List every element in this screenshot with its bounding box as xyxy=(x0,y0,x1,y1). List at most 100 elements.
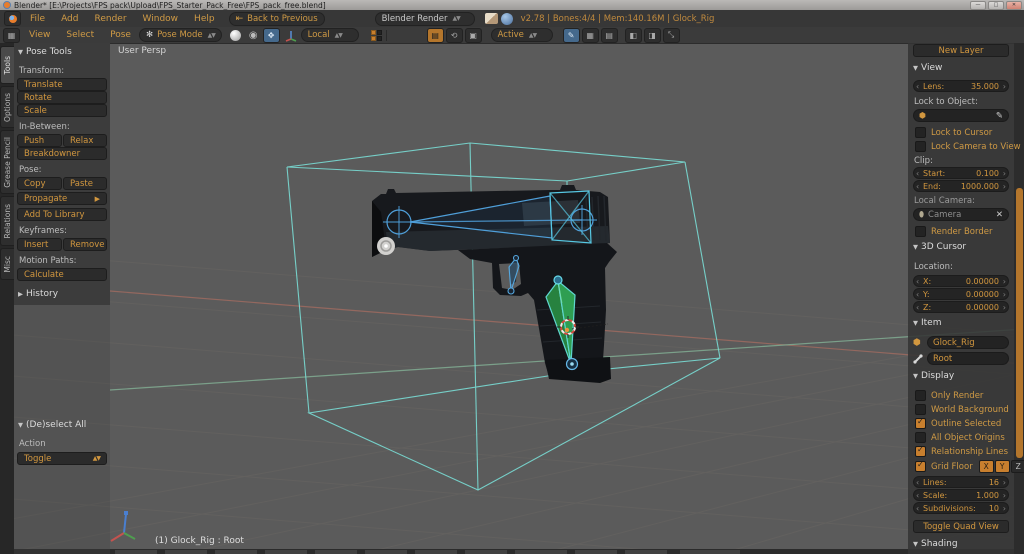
outline-selected-checkbox[interactable]: Outline Selected xyxy=(915,417,1001,429)
grid-scale-field[interactable]: ‹ Scale: 1.000 › xyxy=(913,489,1009,501)
maximize-button[interactable]: □ xyxy=(988,0,1004,10)
grid-axis-y-toggle[interactable]: Y xyxy=(994,460,1010,473)
history-panel-header[interactable]: ▶ History xyxy=(18,289,58,299)
clip-end-field[interactable]: ‹ End: 1000.000 › xyxy=(913,180,1009,192)
rotate-button[interactable]: Rotate xyxy=(17,91,107,104)
redo-panel-header[interactable]: ▼ (De)select All xyxy=(18,420,86,430)
tab-options[interactable]: Options xyxy=(0,86,14,128)
all-object-origins-checkbox[interactable]: All Object Origins xyxy=(915,432,1005,443)
scale-button[interactable]: Scale xyxy=(17,104,107,117)
lock-camera-checkbox[interactable]: Lock Camera to View xyxy=(915,141,1021,152)
toggle-quad-view-button[interactable]: Toggle Quad View xyxy=(913,520,1009,533)
grid-lines-field[interactable]: ‹ Lines: 16 › xyxy=(913,476,1009,488)
timeline-strip xyxy=(0,549,1024,554)
copy-pose-button[interactable]: Copy xyxy=(17,177,62,190)
window-titlebar[interactable]: Blender* [E:\Projects\FPS pack\Upload\FP… xyxy=(0,0,1024,10)
calculate-button[interactable]: Calculate xyxy=(17,268,107,281)
copy-pose-icon[interactable]: ◧ xyxy=(624,27,642,43)
grid-axis-x-toggle[interactable]: X xyxy=(978,460,994,473)
menu-pose[interactable]: Pose xyxy=(110,30,131,40)
axis-tripod-icon[interactable] xyxy=(284,29,298,42)
lock-object-field[interactable]: ⬢ ✎ xyxy=(913,109,1009,122)
breakdowner-button[interactable]: Breakdowner xyxy=(17,147,107,160)
editor-type-3dview-icon[interactable]: ▦ xyxy=(3,27,20,43)
relax-button[interactable]: Relax xyxy=(63,134,107,147)
manipulator-translate-icon[interactable]: ✥ xyxy=(262,27,280,43)
cursor-y-field[interactable]: ‹ Y: 0.00000 › xyxy=(913,288,1009,300)
relationship-lines-checkbox[interactable]: Relationship Lines xyxy=(915,445,1008,457)
clip-start-field[interactable]: ‹ Start: 0.100 › xyxy=(913,167,1009,179)
eyedropper-icon[interactable]: ✎ xyxy=(996,111,1003,121)
rotate-manipulator-icon[interactable]: ⟲ xyxy=(445,27,463,43)
screen-layout-icon[interactable] xyxy=(484,13,498,24)
paste-flipped-pose-icon[interactable]: ⤡ xyxy=(662,27,680,43)
minimize-button[interactable]: — xyxy=(970,0,986,10)
keying-set-dropdown[interactable]: Active ▲▼ xyxy=(490,28,553,42)
tab-grease-pencil[interactable]: Grease Pencil xyxy=(0,130,14,194)
orientation-dropdown[interactable]: Local ▲▼ xyxy=(300,28,359,42)
push-button[interactable]: Push xyxy=(17,134,62,147)
cursor-z-field[interactable]: ‹ Z: 0.00000 › xyxy=(913,301,1009,313)
render-border-checkbox[interactable]: Render Border xyxy=(915,226,992,237)
propagate-button[interactable]: Propagate ▶ xyxy=(17,192,107,205)
stats-text: v2.78 | Bones:4/4 | Mem:140.16M | Glock_… xyxy=(520,13,715,24)
inbetween-label: In-Between: xyxy=(19,122,70,132)
grid-axis-z-toggle[interactable]: Z xyxy=(1010,460,1024,473)
snap-clipboard-icon[interactable]: ▤ xyxy=(426,27,444,43)
tab-tools[interactable]: Tools xyxy=(0,46,14,84)
paste-pose-button[interactable]: Paste xyxy=(63,177,107,190)
viewport-shading-icon[interactable] xyxy=(229,29,241,41)
viewport-view-label: User Persp xyxy=(118,46,167,56)
mode-dropdown[interactable]: ✻ Pose Mode ▲▼ xyxy=(138,28,222,42)
editor-type-info-icon[interactable] xyxy=(4,11,21,26)
object-name-field[interactable]: Glock_Rig xyxy=(927,336,1009,349)
item-panel-header[interactable]: ▼ Item xyxy=(913,318,942,328)
only-render-checkbox[interactable]: Only Render xyxy=(915,390,983,401)
grid-floor-checkbox[interactable]: Grid Floor X Y Z xyxy=(915,460,1024,473)
tab-misc[interactable]: Misc xyxy=(0,248,14,280)
cursor3d-panel-header[interactable]: ▼ 3D Cursor xyxy=(913,242,966,252)
menu-render[interactable]: Render xyxy=(95,14,127,24)
opengl-anim-icon[interactable]: ▤ xyxy=(600,27,618,43)
menu-add[interactable]: Add xyxy=(61,14,78,24)
tab-relations[interactable]: Relations xyxy=(0,196,14,246)
paste-pose-icon[interactable]: ◨ xyxy=(643,27,661,43)
scene-sphere-icon[interactable] xyxy=(500,12,513,25)
view-panel-header[interactable]: ▼ View xyxy=(913,63,942,73)
opengl-render-icon[interactable]: ▦ xyxy=(581,27,599,43)
menu-file[interactable]: File xyxy=(30,14,45,24)
insert-keyframe-button[interactable]: Insert xyxy=(17,238,62,251)
pivot-point-icon[interactable]: ◉ xyxy=(249,30,258,41)
menu-view[interactable]: View xyxy=(29,30,50,40)
remove-keyframe-button[interactable]: Remove xyxy=(63,238,107,251)
viewport-3d[interactable] xyxy=(0,0,1024,554)
close-button[interactable]: ✕ xyxy=(1006,0,1022,10)
action-dropdown[interactable]: Toggle ▲▼ xyxy=(17,452,107,465)
new-layer-button[interactable]: New Layer xyxy=(913,44,1009,57)
properties-scrollbar-thumb[interactable] xyxy=(1016,188,1023,458)
keyframes-label: Keyframes: xyxy=(19,226,67,236)
menu-help[interactable]: Help xyxy=(194,14,215,24)
lens-field[interactable]: ‹ Lens: 35.000 › xyxy=(913,80,1009,92)
bone-name-field[interactable]: Root xyxy=(927,352,1009,365)
translate-button[interactable]: Translate xyxy=(17,78,107,91)
brush-icon[interactable]: ✎ xyxy=(562,27,580,43)
menu-window[interactable]: Window xyxy=(143,14,179,24)
render-engine-dropdown[interactable]: Blender Render ▲▼ xyxy=(374,11,475,26)
local-camera-field[interactable]: ⬮ Camera ✕ xyxy=(913,208,1009,221)
menu-select[interactable]: Select xyxy=(66,30,94,40)
shading-panel-header[interactable]: ▼ Shading xyxy=(913,539,958,549)
pose-tools-panel-header[interactable]: ▼ Pose Tools xyxy=(18,47,72,57)
lock-to-cursor-checkbox[interactable]: Lock to Cursor xyxy=(915,127,992,138)
info-header: File Add Render Window Help ⇤ Back to Pr… xyxy=(0,10,1024,28)
grid-subdivisions-field[interactable]: ‹ Subdivisions: 10 › xyxy=(913,502,1009,514)
clear-x-icon[interactable]: ✕ xyxy=(996,210,1003,220)
display-panel-header[interactable]: ▼ Display xyxy=(913,371,954,381)
cursor-x-field[interactable]: ‹ X: 0.00000 › xyxy=(913,275,1009,287)
add-to-library-button[interactable]: Add To Library xyxy=(17,208,107,221)
back-to-previous-button[interactable]: ⇤ Back to Previous xyxy=(228,11,325,26)
armature-layers-widget[interactable] xyxy=(370,29,382,41)
world-background-checkbox[interactable]: World Background xyxy=(915,404,1009,415)
bone-icon xyxy=(913,354,923,364)
render-preview-icon[interactable]: ▣ xyxy=(464,27,482,43)
